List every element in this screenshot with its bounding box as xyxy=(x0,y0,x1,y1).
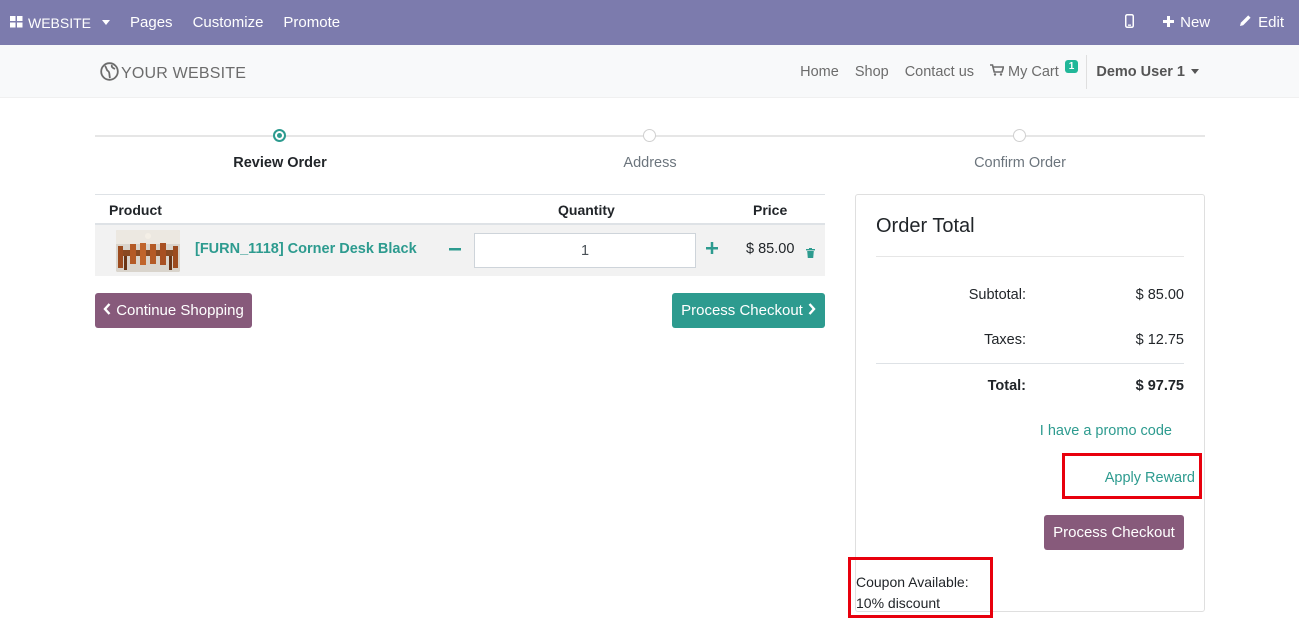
cart-table-header: Product Quantity Price xyxy=(95,194,825,225)
quantity-input[interactable] xyxy=(474,233,696,268)
divider xyxy=(876,256,1184,257)
line-item-price: $ 85.00 xyxy=(746,241,795,257)
menu-promote[interactable]: Promote xyxy=(283,0,340,45)
nav-contact-us[interactable]: Contact us xyxy=(905,64,974,80)
column-header-product: Product xyxy=(109,202,162,218)
edit-label: Edit xyxy=(1258,14,1284,31)
subtotal-value: $ 85.00 xyxy=(1135,287,1184,303)
cart-table: Product Quantity Price [FURN_1118] Corne… xyxy=(95,194,825,276)
wizard-step-dot-address xyxy=(643,129,656,142)
nav-my-cart[interactable]: My Cart 1 xyxy=(990,60,1079,80)
new-button[interactable]: New xyxy=(1163,0,1210,45)
admin-bar: WEBSITE Pages Customize Promote New Edit xyxy=(0,0,1299,45)
admin-bar-left: WEBSITE Pages Customize Promote xyxy=(0,0,360,45)
taxes-value: $ 12.75 xyxy=(1135,332,1184,348)
wizard-step-review-order[interactable]: Review Order xyxy=(233,155,327,171)
edit-button[interactable]: Edit xyxy=(1239,0,1284,45)
highlight-box-apply-reward: Apply Reward xyxy=(1062,453,1202,499)
highlight-box-coupon: Coupon Available: 10% discount xyxy=(848,557,993,618)
pencil-icon xyxy=(1239,14,1252,31)
column-header-quantity: Quantity xyxy=(558,202,615,218)
continue-shopping-button[interactable]: Continue Shopping xyxy=(95,293,252,328)
user-menu[interactable]: Demo User 1 xyxy=(1096,64,1199,80)
wizard-step-address[interactable]: Address xyxy=(623,155,676,171)
chevron-left-icon xyxy=(103,302,111,319)
caret-down-icon xyxy=(102,20,111,25)
cart-count-badge: 1 xyxy=(1064,60,1079,73)
nav-divider xyxy=(1086,54,1088,89)
promo-code-link[interactable]: I have a promo code xyxy=(1040,423,1172,439)
product-name-link[interactable]: [FURN_1118] Corner Desk Black xyxy=(195,241,417,257)
website-menu-label: WEBSITE xyxy=(28,14,92,31)
total-value: $ 97.75 xyxy=(1135,378,1184,394)
nav-shop[interactable]: Shop xyxy=(855,64,889,80)
continue-shopping-label: Continue Shopping xyxy=(116,302,244,319)
mobile-preview-button[interactable] xyxy=(1125,0,1135,45)
increase-quantity-button[interactable] xyxy=(706,239,718,257)
apps-grid-icon xyxy=(10,15,23,31)
taxes-label: Taxes: xyxy=(984,332,1026,348)
decrease-quantity-button[interactable] xyxy=(449,240,461,258)
main-nav: Home Shop Contact us My Cart 1 Demo User… xyxy=(784,45,1199,98)
wizard-step-confirm-order[interactable]: Confirm Order xyxy=(974,155,1066,171)
site-logo[interactable]: YOUR WEBSITE xyxy=(100,62,246,86)
product-thumbnail[interactable] xyxy=(116,230,180,272)
plus-icon xyxy=(1163,14,1175,31)
order-total-card: Order Total Subtotal: $ 85.00 Taxes: $ 1… xyxy=(855,194,1205,612)
divider xyxy=(876,363,1184,364)
new-label: New xyxy=(1180,14,1211,31)
caret-down-icon xyxy=(1191,69,1199,74)
wizard-step-dot-review xyxy=(273,129,286,142)
subtotal-label: Subtotal: xyxy=(968,287,1026,303)
coupon-discount: 10% discount xyxy=(856,595,941,611)
order-total-title: Order Total xyxy=(876,215,975,237)
menu-customize[interactable]: Customize xyxy=(193,0,264,45)
total-label: Total: xyxy=(987,378,1026,394)
cart-label: My Cart xyxy=(1008,63,1059,80)
wizard-step-dot-confirm xyxy=(1013,129,1026,142)
admin-bar-right: New Edit xyxy=(1125,0,1299,45)
user-name: Demo User 1 xyxy=(1096,63,1185,80)
website-menu-button[interactable]: WEBSITE xyxy=(10,0,111,45)
apply-reward-link[interactable]: Apply Reward xyxy=(1105,470,1195,486)
site-header: YOUR WEBSITE Home Shop Contact us My Car… xyxy=(0,45,1299,98)
column-header-price: Price xyxy=(753,202,788,218)
coupon-available-text: Coupon Available: 10% discount xyxy=(856,572,969,614)
card-process-checkout-button[interactable]: Process Checkout xyxy=(1044,515,1184,550)
nav-home[interactable]: Home xyxy=(800,64,839,80)
process-checkout-button[interactable]: Process Checkout xyxy=(672,293,825,328)
table-row: [FURN_1118] Corner Desk Black $ 85.00 xyxy=(95,225,825,276)
chevron-right-icon xyxy=(808,302,816,319)
coupon-heading: Coupon Available: xyxy=(856,574,969,590)
menu-pages[interactable]: Pages xyxy=(130,0,173,45)
shopping-cart-icon xyxy=(990,63,1005,80)
logo-text: YOUR WEBSITE xyxy=(121,65,247,82)
mobile-icon xyxy=(1125,13,1135,32)
globe-icon xyxy=(100,62,119,86)
trash-icon[interactable] xyxy=(806,245,815,261)
process-checkout-label: Process Checkout xyxy=(681,302,803,319)
